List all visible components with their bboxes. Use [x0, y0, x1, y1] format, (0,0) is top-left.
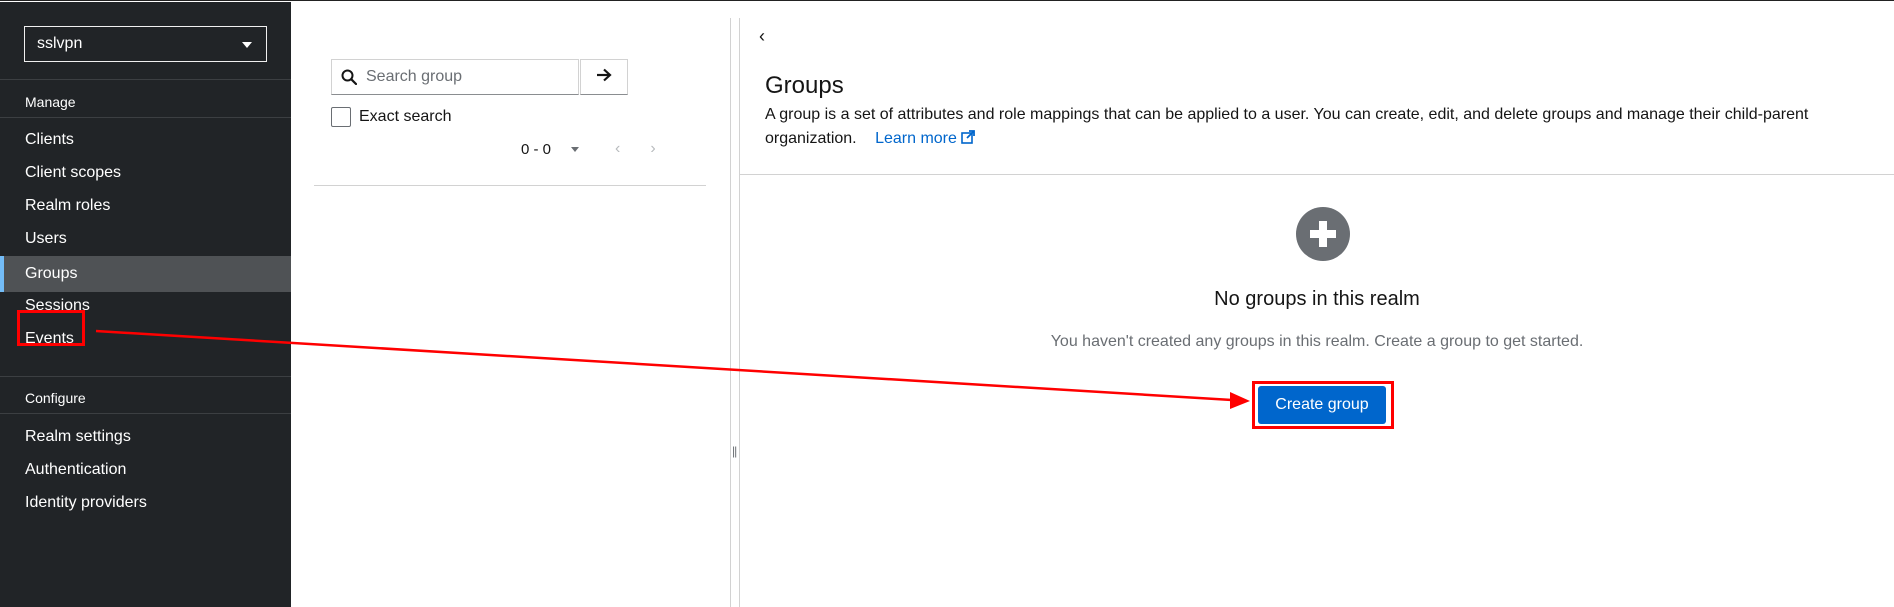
sidebar-item-identity-providers[interactable]: Identity providers: [0, 483, 291, 523]
caret-down-icon: [242, 42, 252, 48]
sidebar: sslvpn Manage Clients Client scopes Real…: [0, 2, 291, 607]
exact-search-label: Exact search: [359, 108, 452, 125]
group-search-input[interactable]: [366, 68, 536, 86]
exact-search-option: Exact search: [331, 107, 451, 127]
pagination: 0 - 0 ‹ ›: [521, 140, 656, 158]
chevron-left-icon[interactable]: ‹: [759, 26, 765, 47]
page-description: A group is a set of attributes and role …: [765, 103, 1845, 151]
arrow-right-icon: [596, 68, 612, 87]
main-divider: [740, 174, 1894, 175]
main-content: ‹ Groups A group is a set of attributes …: [740, 2, 1894, 607]
panel-splitter[interactable]: [730, 18, 731, 607]
learn-more-label: Learn more: [875, 130, 957, 147]
external-link-icon: [961, 130, 976, 147]
search-submit-button[interactable]: [580, 59, 628, 95]
page-title: Groups: [765, 72, 844, 99]
group-tree-panel: Exact search 0 - 0 ‹ ›: [291, 2, 730, 607]
empty-state-body: You haven't created any groups in this r…: [1050, 333, 1584, 350]
realm-selector[interactable]: sslvpn: [24, 26, 267, 62]
realm-selector-value: sslvpn: [37, 35, 83, 52]
pagination-range[interactable]: 0 - 0: [521, 141, 551, 158]
plus-circle-icon: [1296, 207, 1350, 261]
sidebar-section-manage: Manage: [25, 94, 76, 110]
previous-page-icon[interactable]: ‹: [615, 140, 620, 158]
sidebar-item-users[interactable]: Users: [0, 219, 291, 259]
group-search: [331, 59, 628, 95]
sidebar-divider: [0, 413, 291, 414]
empty-state-title: No groups in this realm: [1214, 288, 1420, 310]
highlight-box-groups: [17, 310, 85, 346]
search-icon: [332, 69, 366, 85]
app-root: sslvpn Manage Clients Client scopes Real…: [0, 0, 1894, 607]
exact-search-checkbox[interactable]: [331, 107, 351, 127]
tree-divider: [314, 185, 706, 186]
highlight-box-create-group: [1252, 381, 1394, 429]
learn-more-link[interactable]: Learn more: [875, 130, 976, 147]
sidebar-divider: [0, 376, 291, 377]
sidebar-section-configure: Configure: [25, 390, 86, 406]
next-page-icon[interactable]: ›: [650, 140, 655, 158]
splitter-handle-icon[interactable]: ||: [732, 444, 737, 458]
sidebar-divider: [0, 117, 291, 118]
sidebar-divider: [0, 79, 291, 80]
caret-down-icon[interactable]: [571, 146, 580, 152]
